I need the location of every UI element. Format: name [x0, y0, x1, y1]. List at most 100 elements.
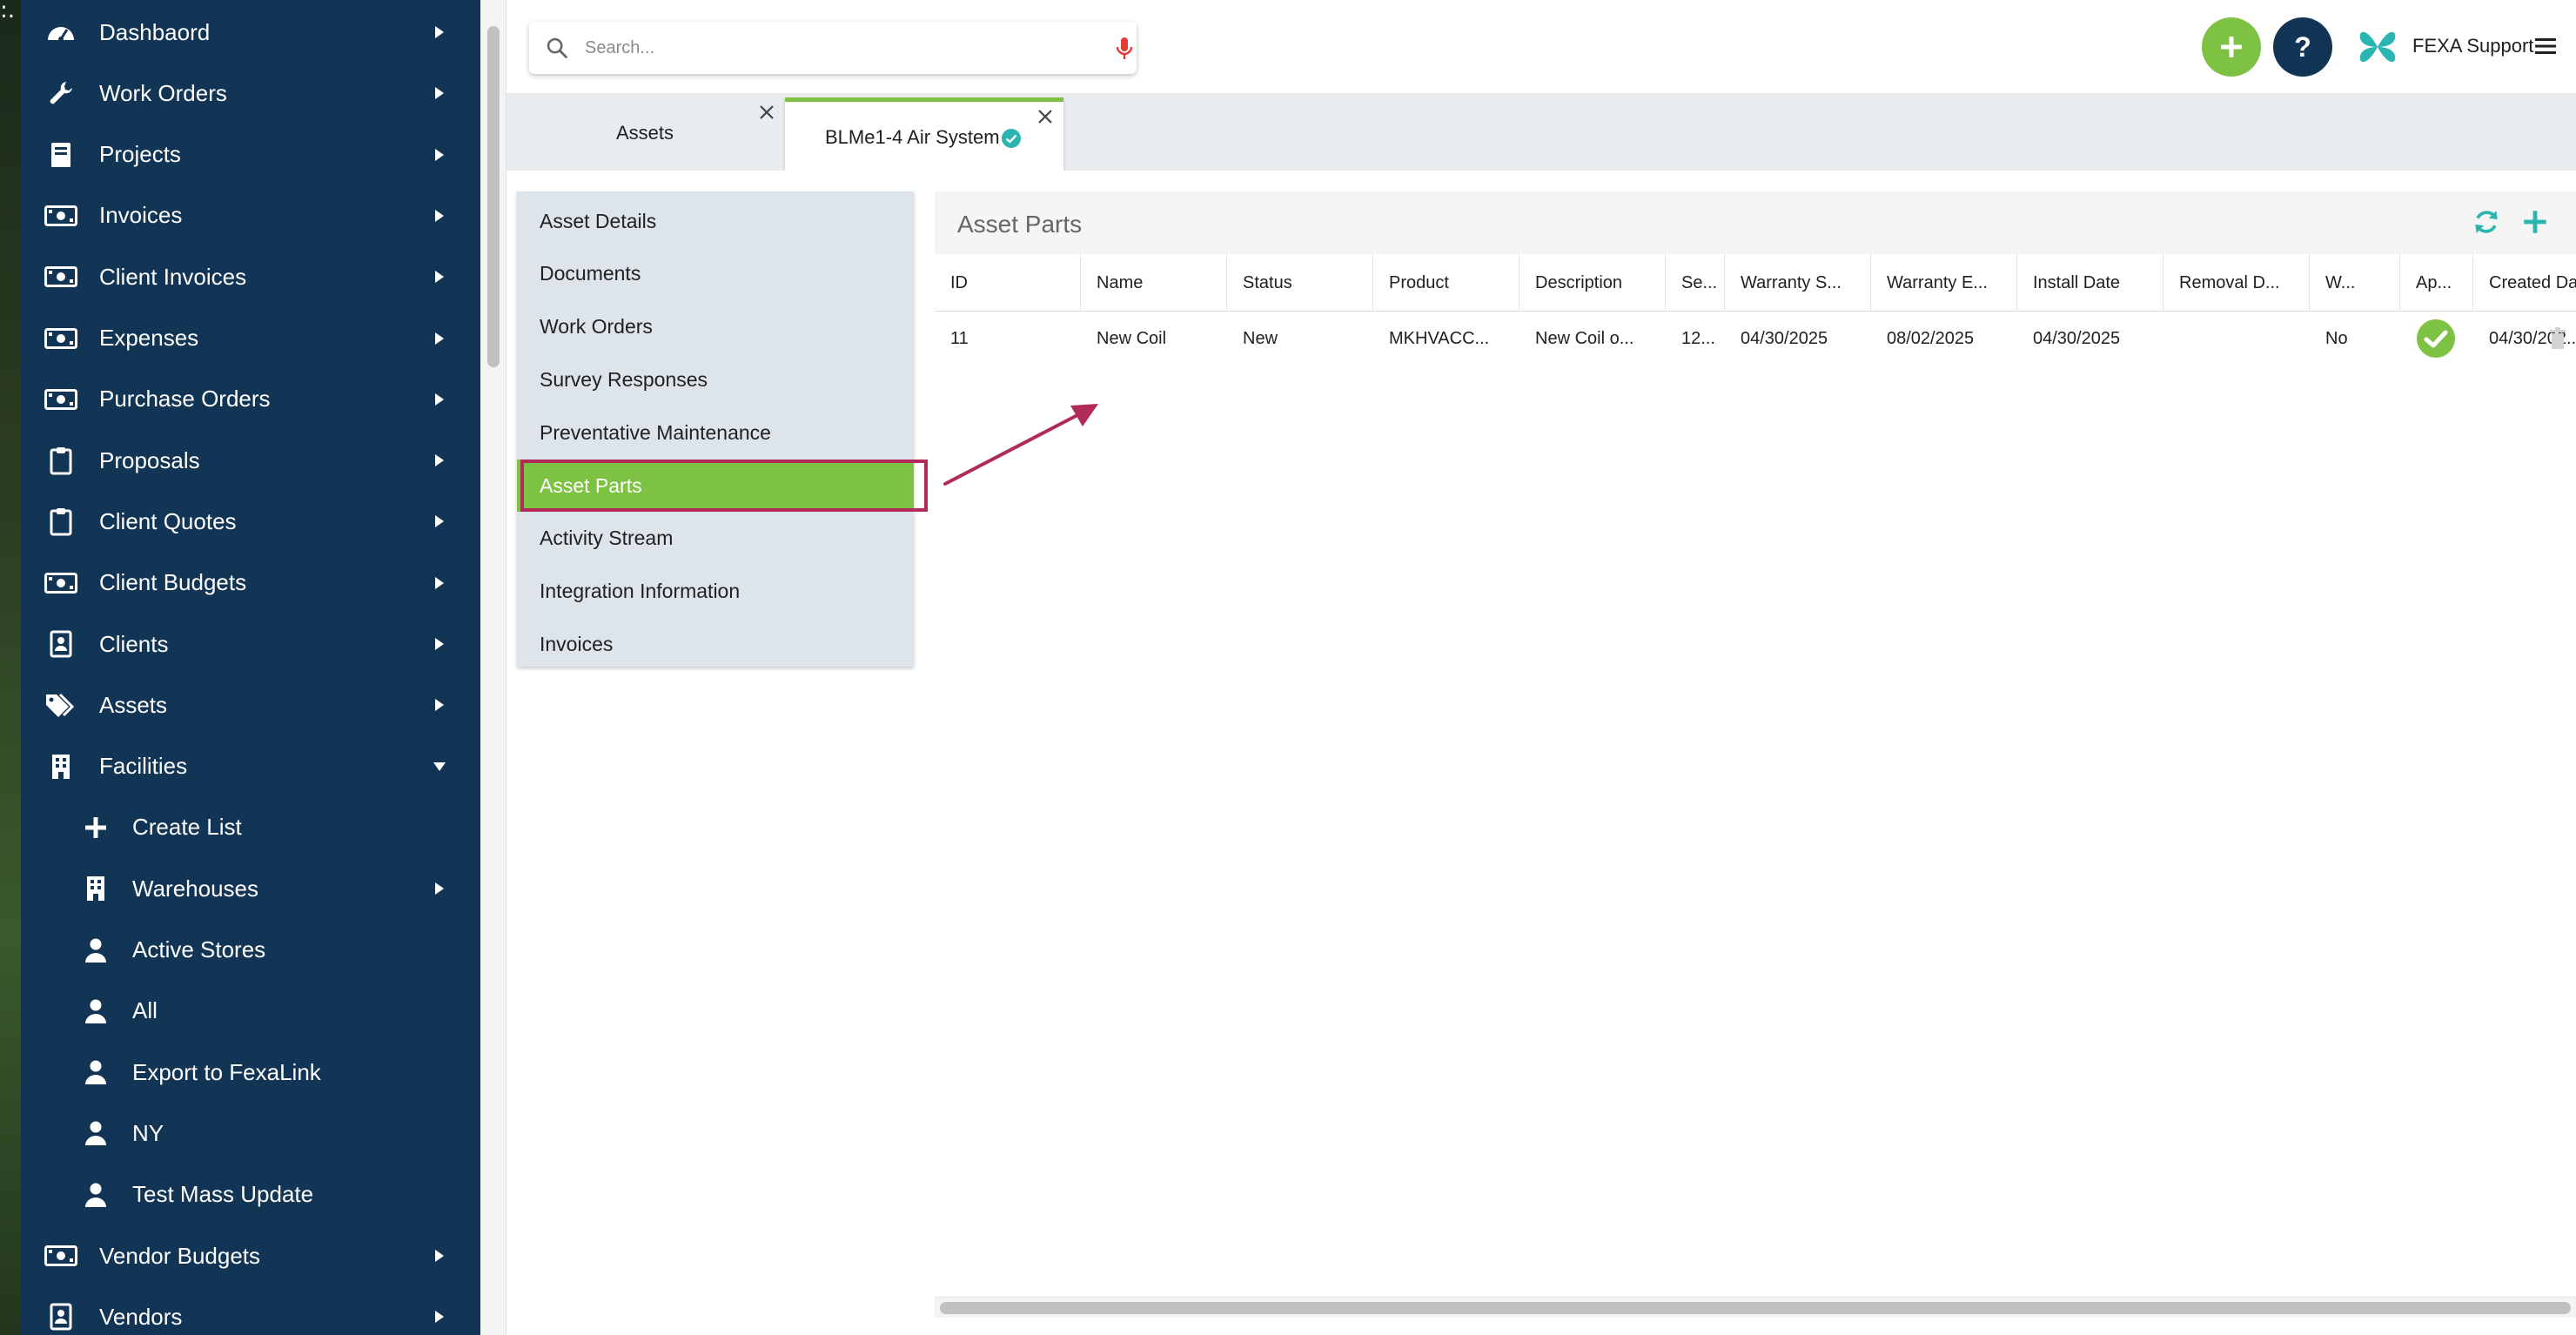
help-button[interactable]: ?	[2273, 17, 2332, 77]
asset-section-nav: Asset Details Documents Work Orders Survey …	[517, 191, 914, 667]
subnav-item-work-orders[interactable]: Work Orders	[517, 301, 914, 353]
sidebar-item-proposals[interactable]: Proposals	[21, 430, 480, 491]
user-icon	[78, 1055, 113, 1090]
sidebar-item-dashbaord[interactable]: Dashbaord	[21, 2, 480, 63]
sidebar-item-client-quotes[interactable]: Client Quotes	[21, 491, 480, 552]
sidebar-item-export-to-fexalink[interactable]: Export to FexaLink	[21, 1042, 480, 1103]
sidebar-item-create-list[interactable]: Create List	[21, 797, 480, 858]
sidebar-item-projects[interactable]: Projects	[21, 124, 480, 185]
caret-right-icon[interactable]	[435, 1250, 444, 1262]
column-header[interactable]: ID	[935, 254, 1081, 312]
subnav-item-survey-responses[interactable]: Survey Responses	[517, 353, 914, 406]
column-header[interactable]: Removal D...	[2163, 254, 2310, 312]
sidebar-item-all[interactable]: All	[21, 981, 480, 1042]
sidebar: Dashbaord Work Orders Projects Invoices Clie…	[21, 0, 480, 1335]
microphone-icon[interactable]	[1114, 36, 1135, 62]
vertical-scrollbar-thumb[interactable]	[487, 26, 500, 367]
caret-right-icon[interactable]	[435, 638, 444, 650]
column-header[interactable]: Install Date	[2017, 254, 2163, 312]
close-icon[interactable]	[757, 103, 776, 122]
asset-parts-panel: Asset Parts ID Name Status Product Descripti…	[935, 191, 2576, 1323]
sidebar-item-vendor-budgets[interactable]: Vendor Budgets	[21, 1225, 480, 1286]
subnav-item-documents[interactable]: Documents	[517, 248, 914, 300]
sidebar-item-client-budgets[interactable]: Client Budgets	[21, 553, 480, 614]
sidebar-item-warehouses[interactable]: Warehouses	[21, 858, 480, 919]
horizontal-scrollbar[interactable]	[935, 1297, 2576, 1318]
caret-right-icon[interactable]	[435, 87, 444, 100]
add-part-icon[interactable]	[2520, 207, 2550, 237]
contact-card-icon	[44, 627, 78, 661]
sidebar-item-invoices[interactable]: Invoices	[21, 185, 480, 246]
caret-right-icon[interactable]	[435, 882, 444, 896]
sidebar-item-label: Active Stores	[132, 936, 266, 963]
building-icon	[44, 749, 78, 784]
caret-right-icon[interactable]	[435, 1311, 444, 1324]
column-header[interactable]: W...	[2310, 254, 2400, 312]
subnav-item-invoices[interactable]: Invoices	[517, 618, 914, 670]
subnav-item-activity-stream[interactable]: Activity Stream	[517, 513, 914, 565]
horizontal-scrollbar-thumb[interactable]	[940, 1302, 2571, 1314]
column-header[interactable]: Warranty E...	[1871, 254, 2017, 312]
account-name[interactable]: FEXA Support	[2412, 35, 2533, 57]
fexa-logo-icon	[2359, 31, 2396, 63]
sidebar-item-active-stores[interactable]: Active Stores	[21, 920, 480, 981]
refresh-icon[interactable]	[2472, 207, 2501, 237]
sidebar-item-test-mass-update[interactable]: Test Mass Update	[21, 1164, 480, 1225]
sidebar-item-label: Assets	[99, 691, 168, 718]
column-header[interactable]: Created Da...	[2473, 254, 2576, 312]
money-icon	[44, 566, 78, 600]
column-header[interactable]: Status	[1227, 254, 1373, 312]
caret-right-icon[interactable]	[435, 454, 444, 467]
sidebar-item-work-orders[interactable]: Work Orders	[21, 63, 480, 124]
table-row[interactable]: 11 New Coil New MKHVACC... New Coil o... 12..…	[935, 312, 2576, 366]
tab-label: BLMe1-4 Air System	[825, 126, 1000, 148]
sidebar-item-label: Work Orders	[99, 79, 227, 106]
subnav-item-integration-information[interactable]: Integration Information	[517, 566, 914, 618]
caret-right-icon[interactable]	[435, 148, 444, 161]
sidebar-item-facilities[interactable]: Facilities	[21, 736, 480, 797]
column-header[interactable]: Warranty S...	[1725, 254, 1871, 312]
caret-right-icon[interactable]	[435, 209, 444, 222]
caret-right-icon[interactable]	[435, 699, 444, 712]
search-input[interactable]	[585, 30, 1072, 65]
caret-right-icon[interactable]	[435, 515, 444, 528]
column-header[interactable]: Product	[1373, 254, 1519, 312]
cell-status: New	[1243, 328, 1278, 348]
contact-card-icon	[44, 1299, 78, 1334]
plus-icon	[2221, 37, 2242, 57]
sidebar-item-expenses[interactable]: Expenses	[21, 308, 480, 369]
tab-assets[interactable]: Assets	[506, 94, 785, 171]
verified-check-icon	[1002, 129, 1021, 148]
sidebar-item-vendors[interactable]: Vendors	[21, 1286, 480, 1335]
sidebar-item-client-invoices[interactable]: Client Invoices	[21, 246, 480, 307]
subnav-item-asset-details[interactable]: Asset Details	[517, 195, 914, 247]
hamburger-menu-icon[interactable]	[2534, 37, 2557, 56]
close-icon[interactable]	[1036, 107, 1055, 126]
help-label: ?	[2294, 30, 2311, 63]
column-header[interactable]: Name	[1081, 254, 1227, 312]
caret-right-icon[interactable]	[435, 26, 444, 38]
caret-down-icon[interactable]	[433, 761, 446, 771]
cell-description: New Coil o...	[1535, 328, 1634, 348]
sidebar-item-label: Proposals	[99, 446, 200, 473]
sidebar-item-assets[interactable]: Assets	[21, 674, 480, 735]
search-box[interactable]	[529, 22, 1137, 74]
column-header[interactable]: Description	[1519, 254, 1666, 312]
sidebar-item-ny[interactable]: NY	[21, 1103, 480, 1164]
sidebar-item-clients[interactable]: Clients	[21, 614, 480, 674]
main-content: Asset Details Documents Work Orders Survey …	[506, 171, 2576, 1335]
caret-right-icon[interactable]	[435, 392, 444, 406]
caret-right-icon[interactable]	[435, 332, 444, 345]
subnav-item-preventative-maintenance[interactable]: Preventative Maintenance	[517, 406, 914, 459]
gauge-icon	[44, 15, 78, 50]
caret-right-icon[interactable]	[435, 271, 444, 284]
sidebar-item-purchase-orders[interactable]: Purchase Orders	[21, 369, 480, 430]
column-header[interactable]: Ap...	[2400, 254, 2473, 312]
delete-row-button[interactable]	[2532, 312, 2576, 366]
add-button[interactable]	[2202, 17, 2261, 77]
book-icon	[44, 138, 78, 172]
tab-blme-air-system[interactable]: BLMe1-4 Air System	[785, 97, 1063, 171]
caret-right-icon[interactable]	[435, 576, 444, 589]
vertical-scrollbar[interactable]	[480, 0, 506, 1335]
column-header[interactable]: Se...	[1666, 254, 1725, 312]
